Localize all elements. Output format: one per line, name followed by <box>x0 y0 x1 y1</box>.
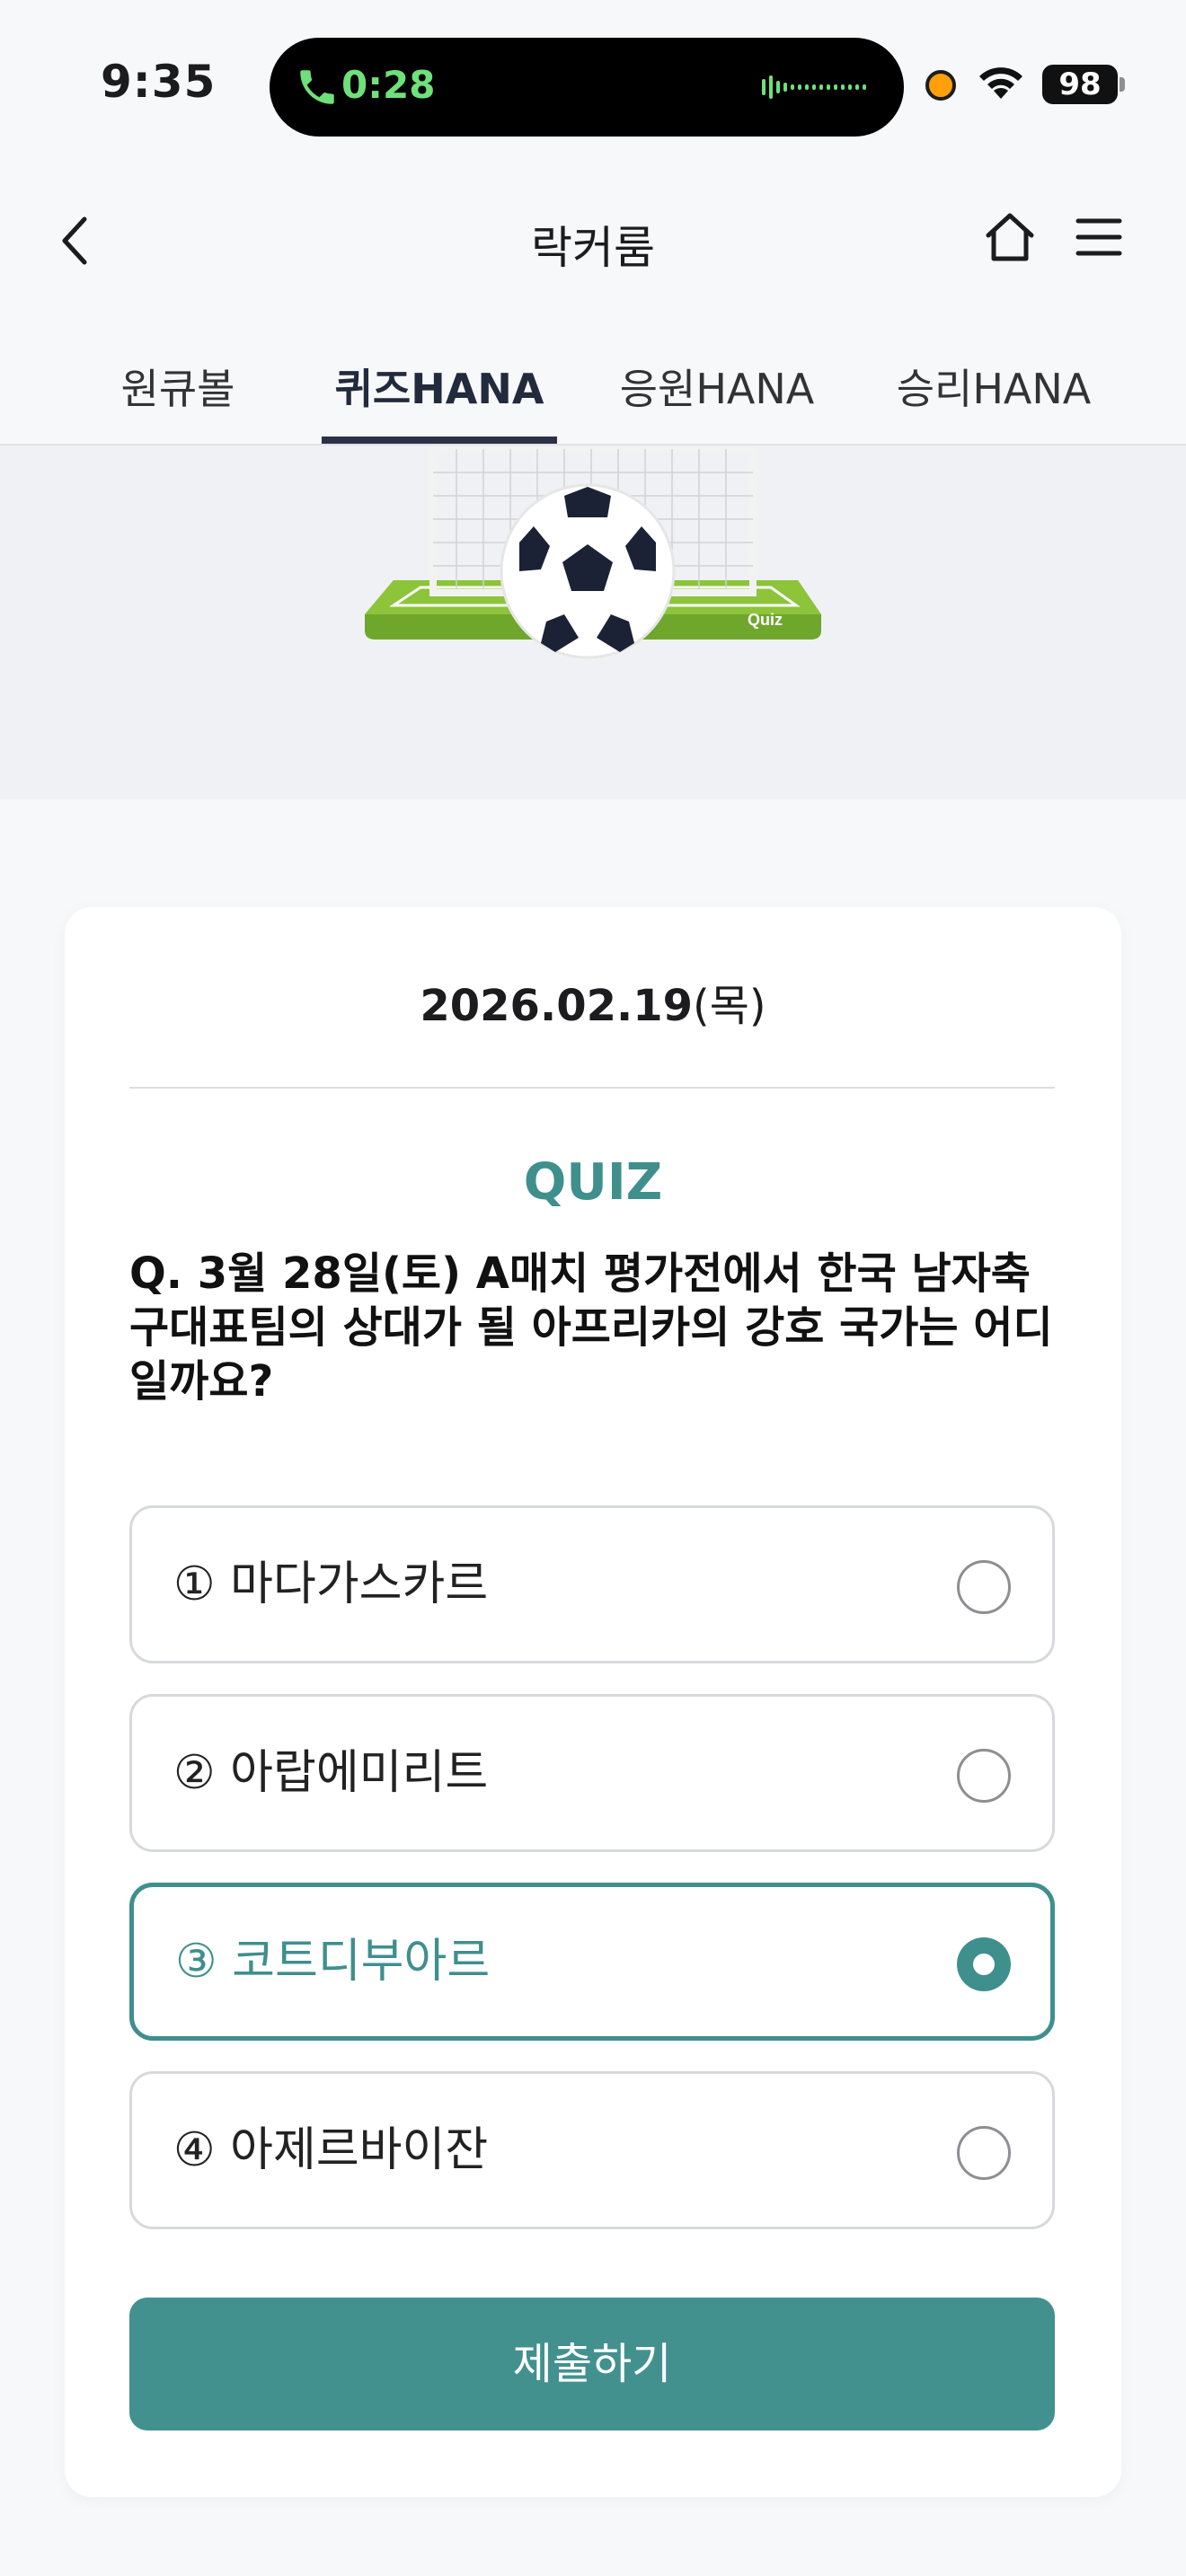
quiz-card: 2026.02.19(목) QUIZ Q. 3월 28일(토) A매치 평가전에… <box>65 907 1121 2497</box>
status-time: 9:35 <box>101 56 217 108</box>
app-header: 락커룸 <box>0 171 1186 305</box>
tab-quiz-hana[interactable]: 퀴즈HANA <box>322 305 557 444</box>
radio-unchecked-icon[interactable] <box>957 1560 1011 1614</box>
quiz-date-value: 2026.02.19 <box>420 981 694 1031</box>
tab-cheer-hana[interactable]: 응원HANA <box>602 305 832 444</box>
quiz-option-label: ④ 아제르바이잔 <box>173 2123 489 2177</box>
quiz-option-label: ② 아랍에미리트 <box>173 1746 489 1800</box>
radio-unchecked-icon[interactable] <box>957 2126 1011 2180</box>
quiz-date: 2026.02.19(목) <box>65 970 1121 1033</box>
quiz-option-label: ③ 코트디부아르 <box>175 1935 491 1989</box>
battery-level: 98 <box>1042 65 1118 104</box>
call-duration: 0:28 <box>341 63 436 107</box>
tab-onecue-ball[interactable]: 원큐볼 <box>79 305 277 444</box>
soccer-goal-ball-illustration: Quiz <box>365 446 821 659</box>
status-bar: 9:35 0:28 98 <box>0 0 1186 171</box>
radio-checked-icon[interactable] <box>957 1937 1011 1991</box>
quiz-question: Q. 3월 28일(토) A매치 평가전에서 한국 남자축구대표팀의 상대가 될… <box>129 1248 1053 1407</box>
quiz-option-4[interactable]: ④ 아제르바이잔 <box>129 2071 1055 2229</box>
submit-button[interactable]: 제출하기 <box>129 2298 1055 2430</box>
battery-tip <box>1120 77 1125 92</box>
divider <box>129 1087 1055 1089</box>
menu-icon[interactable] <box>1075 216 1123 259</box>
quiz-option-1[interactable]: ① 마다가스카르 <box>129 1505 1055 1663</box>
audio-wave-icon <box>762 75 866 99</box>
quiz-option-2[interactable]: ② 아랍에미리트 <box>129 1694 1055 1852</box>
quiz-option-label: ① 마다가스카르 <box>173 1557 489 1611</box>
tab-win-hana[interactable]: 승리HANA <box>879 305 1109 444</box>
banner-quiz-badge: Quiz <box>748 611 783 629</box>
quiz-weekday: (목) <box>693 981 766 1031</box>
phone-icon <box>300 70 334 104</box>
dynamic-island[interactable]: 0:28 <box>270 38 904 137</box>
wifi-icon <box>979 67 1022 99</box>
tab-active-indicator <box>322 437 557 444</box>
quiz-banner: Quiz <box>0 446 1186 799</box>
radio-unchecked-icon[interactable] <box>957 1749 1011 1803</box>
quiz-label: QUIZ <box>523 1153 663 1212</box>
home-icon[interactable] <box>983 210 1037 264</box>
tab-bar: 원큐볼 퀴즈HANA 응원HANA 승리HANA <box>0 305 1186 446</box>
camera-indicator-icon <box>925 70 956 101</box>
quiz-option-3[interactable]: ③ 코트디부아르 <box>129 1883 1055 2041</box>
